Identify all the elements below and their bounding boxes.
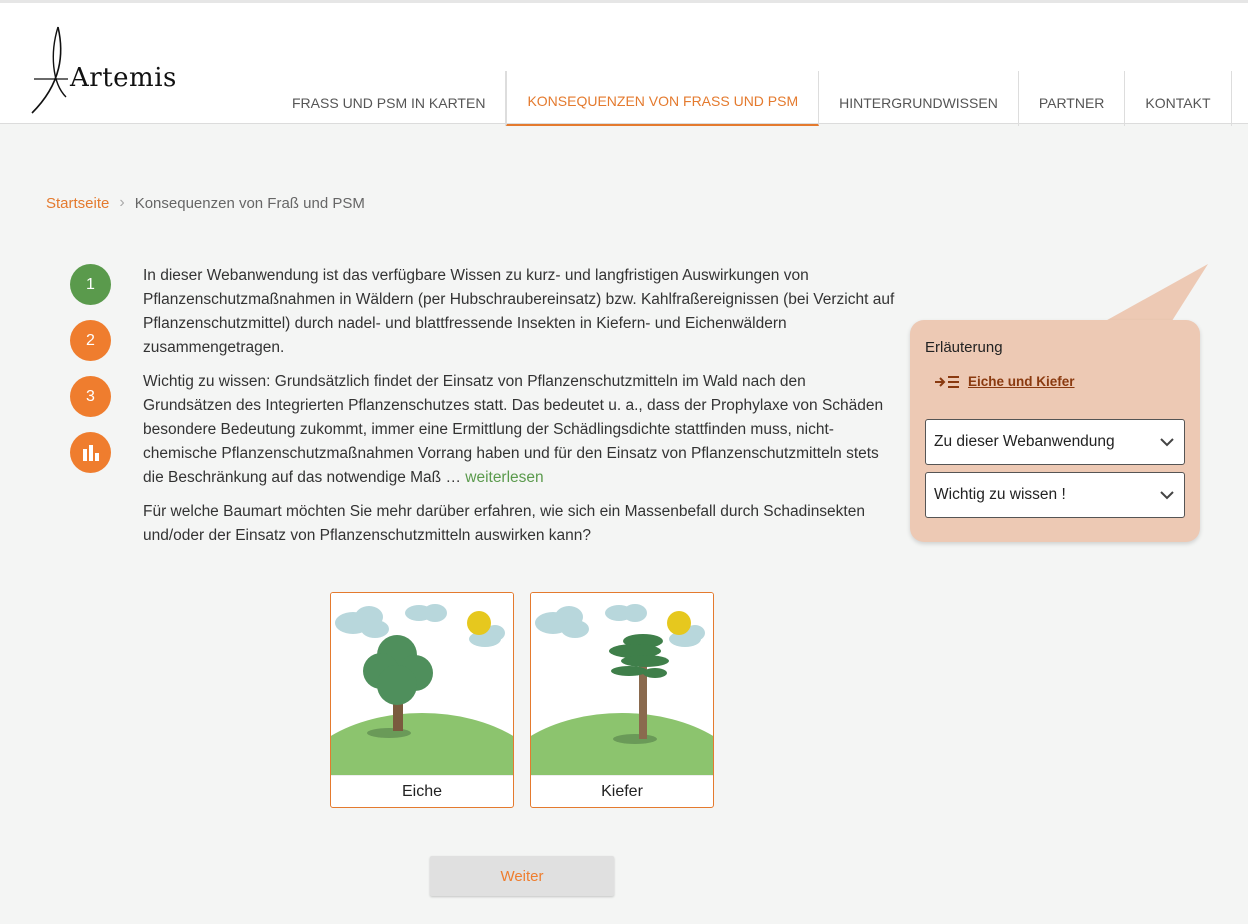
step-3-button[interactable]: 3 xyxy=(70,376,111,417)
dropdown-label: Wichtig zu wissen ! xyxy=(934,486,1066,503)
sun-icon xyxy=(467,611,491,635)
intro-paragraph: In dieser Webanwendung ist das verfügbar… xyxy=(143,267,895,356)
pine-tree-illustration xyxy=(531,593,713,775)
indent-arrow-icon xyxy=(935,375,959,388)
dropdown-label: Zu dieser Webanwendung xyxy=(934,433,1115,450)
zu-dieser-webanwendung-dropdown[interactable]: Zu dieser Webanwendung xyxy=(925,419,1185,465)
artemis-logo[interactable]: Artemis xyxy=(28,23,176,119)
header: Artemis FRASS UND PSM IN KARTEN KONSEQUE… xyxy=(0,0,1248,126)
wichtig-zu-wissen-dropdown[interactable]: Wichtig zu wissen ! xyxy=(925,472,1185,518)
important-paragraph: Wichtig zu wissen: Grundsätzlich findet … xyxy=(143,370,895,490)
erlaeuterung-panel: Erläuterung Eiche und Kiefer Zu dieser W… xyxy=(910,320,1200,542)
tree-choice-cards: Eiche Kiefer xyxy=(330,592,714,808)
chevron-right-icon: › xyxy=(119,194,125,211)
step-2-button[interactable]: 2 xyxy=(70,320,111,361)
nav-kontakt[interactable]: KONTAKT xyxy=(1125,71,1232,126)
logo-text: Artemis xyxy=(70,63,177,93)
card-kiefer[interactable]: Kiefer xyxy=(530,592,714,808)
question-paragraph: Für welche Baumart möchten Sie mehr darü… xyxy=(143,503,865,544)
main-nav: FRASS UND PSM IN KARTEN KONSEQUENZEN VON… xyxy=(272,71,1232,126)
bubble-tail xyxy=(1100,264,1208,324)
breadcrumb: Startseite › Konsequenzen von Fraß und P… xyxy=(46,194,365,212)
nav-partner[interactable]: PARTNER xyxy=(1019,71,1126,126)
weiter-button[interactable]: Weiter xyxy=(430,856,614,896)
nav-konsequenzen[interactable]: KONSEQUENZEN VON FRASS UND PSM xyxy=(506,71,820,126)
chevron-down-icon xyxy=(1160,437,1174,446)
panel-title: Erläuterung xyxy=(925,339,1003,356)
readmore-link[interactable]: weiterlesen xyxy=(465,469,543,486)
eiche-kiefer-link[interactable]: Eiche und Kiefer xyxy=(934,374,1075,389)
bar-chart-icon xyxy=(82,444,99,461)
eiche-kiefer-link-label: Eiche und Kiefer xyxy=(968,374,1075,389)
step-chart-button[interactable] xyxy=(70,432,111,473)
card-eiche[interactable]: Eiche xyxy=(330,592,514,808)
step-navigation: 1 2 3 xyxy=(70,264,111,488)
step-1-button[interactable]: 1 xyxy=(70,264,111,305)
oak-tree-illustration xyxy=(331,593,513,775)
breadcrumb-home-link[interactable]: Startseite xyxy=(46,195,109,212)
intro-text: In dieser Webanwendung ist das verfügbar… xyxy=(143,264,895,558)
sun-icon xyxy=(667,611,691,635)
card-kiefer-label: Kiefer xyxy=(531,775,713,807)
chevron-down-icon xyxy=(1160,490,1174,499)
breadcrumb-current: Konsequenzen von Fraß und PSM xyxy=(134,194,365,212)
nav-hintergrundwissen[interactable]: HINTERGRUNDWISSEN xyxy=(819,71,1019,126)
card-eiche-label: Eiche xyxy=(331,775,513,807)
nav-frass-psm-karten[interactable]: FRASS UND PSM IN KARTEN xyxy=(272,71,507,126)
